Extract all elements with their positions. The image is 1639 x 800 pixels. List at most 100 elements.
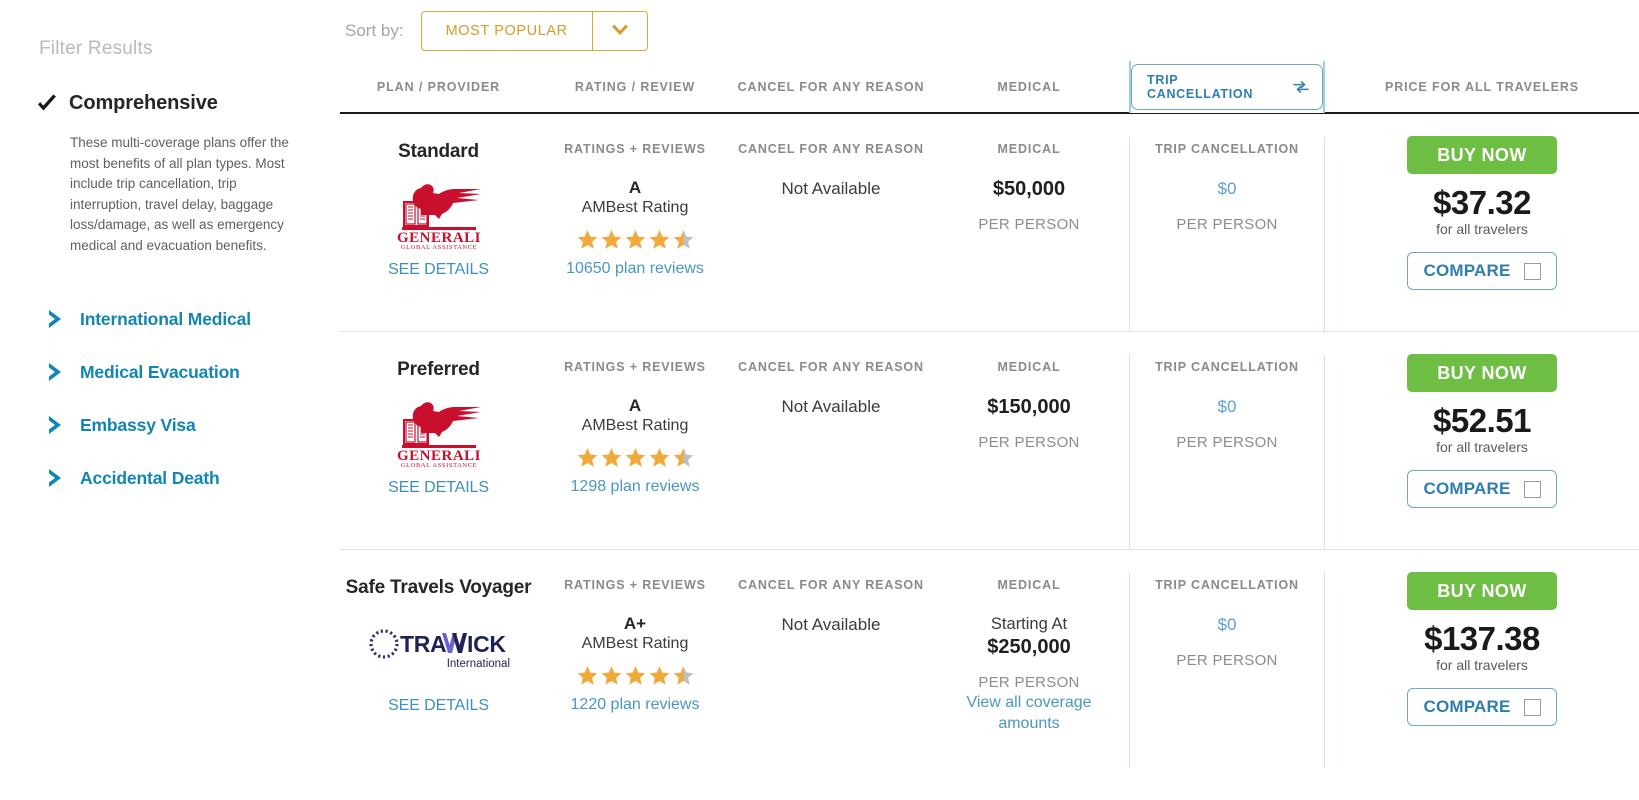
ratings-reviews-label: RATINGS + REVIEWS: [564, 360, 706, 374]
compare-checkbox[interactable]: [1523, 262, 1541, 280]
compare-button[interactable]: COMPARE: [1407, 252, 1557, 290]
generali-global-assistance-logo: GENERALI GLOBAL ASSISTANCE: [340, 393, 537, 469]
cell-plan: Standard GENERALI GLOBAL ASSISTANCE SEE …: [340, 136, 537, 279]
filter-active-label: Comprehensive: [69, 92, 218, 114]
see-details-link[interactable]: SEE DETAILS: [388, 697, 489, 715]
cfar-label: CANCEL FOR ANY REASON: [738, 142, 924, 156]
see-details-link[interactable]: SEE DETAILS: [388, 261, 489, 279]
star-half-icon: [672, 228, 695, 251]
compare-button[interactable]: COMPARE: [1407, 470, 1557, 508]
price-subtitle: for all travelers: [1436, 221, 1528, 237]
plan-name: Safe Travels Voyager: [345, 577, 532, 598]
sidebar-item-embassy-visa[interactable]: Embassy Visa: [36, 414, 306, 436]
cell-cfar: CANCEL FOR ANY REASON Not Available: [733, 136, 929, 199]
compare-checkbox[interactable]: [1523, 480, 1541, 498]
column-header-trip-cancellation-wrap: TRIP CANCELLATION: [1129, 61, 1325, 113]
plans-table: PLAN / PROVIDER RATING / REVIEW CANCEL F…: [340, 61, 1639, 768]
plan-name: Standard: [398, 141, 479, 162]
sort-bar: Sort by: MOST POPULAR: [340, 0, 1639, 62]
filter-sidebar: Filter Results Comprehensive These multi…: [0, 0, 340, 800]
star-half-icon: [672, 664, 695, 687]
chevron-right-icon: [46, 361, 66, 383]
plan-reviews-link[interactable]: 10650 plan reviews: [566, 260, 704, 278]
sidebar-item-international-medical[interactable]: International Medical: [36, 308, 306, 330]
star-icon: [624, 446, 647, 469]
plan-results-panel: Sort by: MOST POPULAR PLAN / PROVIDER RA…: [340, 0, 1639, 800]
ambest-label: AMBest Rating: [581, 199, 689, 216]
ratings-reviews-label: RATINGS + REVIEWS: [564, 578, 706, 592]
trip-value: $0: [1217, 179, 1237, 198]
star-icon: [600, 446, 623, 469]
column-header-price: PRICE FOR ALL TRAVELERS: [1384, 80, 1580, 94]
star-icon: [624, 228, 647, 251]
column-header-medical: MEDICAL: [997, 80, 1061, 94]
cell-trip-cancellation: TRIP CANCELLATION $0 PER PERSON: [1129, 572, 1325, 768]
chevron-right-icon: [46, 467, 66, 489]
ambest-grade: A: [628, 396, 642, 415]
star-icon: [648, 446, 671, 469]
filter-item-comprehensive[interactable]: Comprehensive: [36, 92, 306, 115]
buy-now-button[interactable]: BUY NOW: [1407, 136, 1557, 174]
trawick-international-logo: TRA ICK International: [340, 611, 537, 687]
compare-label: COMPARE: [1423, 261, 1511, 280]
trip-cancellation-sort-button[interactable]: TRIP CANCELLATION: [1131, 64, 1323, 110]
sidebar-item-medical-evacuation[interactable]: Medical Evacuation: [36, 361, 306, 383]
buy-now-button[interactable]: BUY NOW: [1407, 572, 1557, 610]
compare-checkbox[interactable]: [1523, 698, 1541, 716]
table-row: Standard GENERALI GLOBAL ASSISTANCE SEE …: [340, 114, 1639, 332]
star-rating: [537, 228, 733, 251]
table-header-row: PLAN / PROVIDER RATING / REVIEW CANCEL F…: [340, 61, 1639, 114]
ambest-label: AMBest Rating: [581, 635, 689, 652]
trip-label: TRIP CANCELLATION: [1155, 360, 1299, 374]
plan-reviews-link[interactable]: 1220 plan reviews: [571, 696, 700, 714]
see-details-link[interactable]: SEE DETAILS: [388, 479, 489, 497]
star-icon: [600, 228, 623, 251]
compare-button[interactable]: COMPARE: [1407, 688, 1557, 726]
trip-per-person: PER PERSON: [1176, 434, 1278, 451]
cell-plan: Safe Travels Voyager TRA ICK Internation…: [340, 572, 537, 715]
cell-price: BUY NOW $137.38 for all travelers COMPAR…: [1325, 572, 1639, 726]
svg-text:ICK: ICK: [467, 631, 506, 657]
price-subtitle: for all travelers: [1436, 657, 1528, 673]
buy-now-button[interactable]: BUY NOW: [1407, 354, 1557, 392]
sidebar-item-label: International Medical: [80, 308, 251, 329]
filter-description: These multi-coverage plans offer the mos…: [70, 135, 289, 253]
medical-prefix: Starting At: [990, 615, 1068, 633]
cfar-value: Not Available: [781, 397, 881, 416]
sort-dropdown-toggle[interactable]: [591, 12, 647, 50]
star-icon: [576, 228, 599, 251]
medical-value: $50,000: [992, 178, 1066, 200]
column-header-trip-label: TRIP CANCELLATION: [1147, 73, 1254, 101]
plan-reviews-link[interactable]: 1298 plan reviews: [571, 478, 700, 496]
price-amount: $37.32: [1433, 184, 1531, 221]
cfar-label: CANCEL FOR ANY REASON: [738, 578, 924, 592]
compare-label: COMPARE: [1423, 479, 1511, 498]
trip-label: TRIP CANCELLATION: [1155, 578, 1299, 592]
star-rating: [537, 664, 733, 687]
filter-category-list: International Medical Medical Evacuation…: [36, 308, 306, 489]
cfar-value: Not Available: [781, 615, 881, 634]
sidebar-item-label: Embassy Visa: [80, 414, 196, 435]
swap-horizontal-icon: [1293, 80, 1309, 94]
column-header-plan: PLAN / PROVIDER: [376, 80, 501, 94]
sort-select[interactable]: MOST POPULAR: [420, 11, 648, 51]
cell-rating: RATINGS + REVIEWS A AMBest Rating 1298 p…: [537, 354, 733, 496]
medical-label: MEDICAL: [997, 360, 1061, 374]
star-icon: [624, 664, 647, 687]
price-subtitle: for all travelers: [1436, 439, 1528, 455]
svg-text:GLOBAL ASSISTANCE: GLOBAL ASSISTANCE: [400, 462, 476, 468]
cell-rating: RATINGS + REVIEWS A+ AMBest Rating 1220 …: [537, 572, 733, 714]
trip-value: $0: [1217, 397, 1237, 416]
medical-per-person: PER PERSON: [978, 216, 1080, 233]
cell-medical: MEDICAL Starting At $250,000 PER PERSON …: [929, 572, 1129, 735]
star-icon: [576, 446, 599, 469]
medical-per-person: PER PERSON: [978, 674, 1080, 691]
star-icon: [648, 228, 671, 251]
sidebar-item-accidental-death[interactable]: Accidental Death: [36, 467, 306, 489]
cell-medical: MEDICAL $150,000 PER PERSON: [929, 354, 1129, 451]
medical-label: MEDICAL: [997, 578, 1061, 592]
trip-label: TRIP CANCELLATION: [1155, 142, 1299, 156]
price-amount: $137.38: [1424, 620, 1540, 657]
view-all-coverage-link[interactable]: View all coverage amounts: [929, 693, 1129, 735]
cell-trip-cancellation: TRIP CANCELLATION $0 PER PERSON: [1129, 354, 1325, 549]
